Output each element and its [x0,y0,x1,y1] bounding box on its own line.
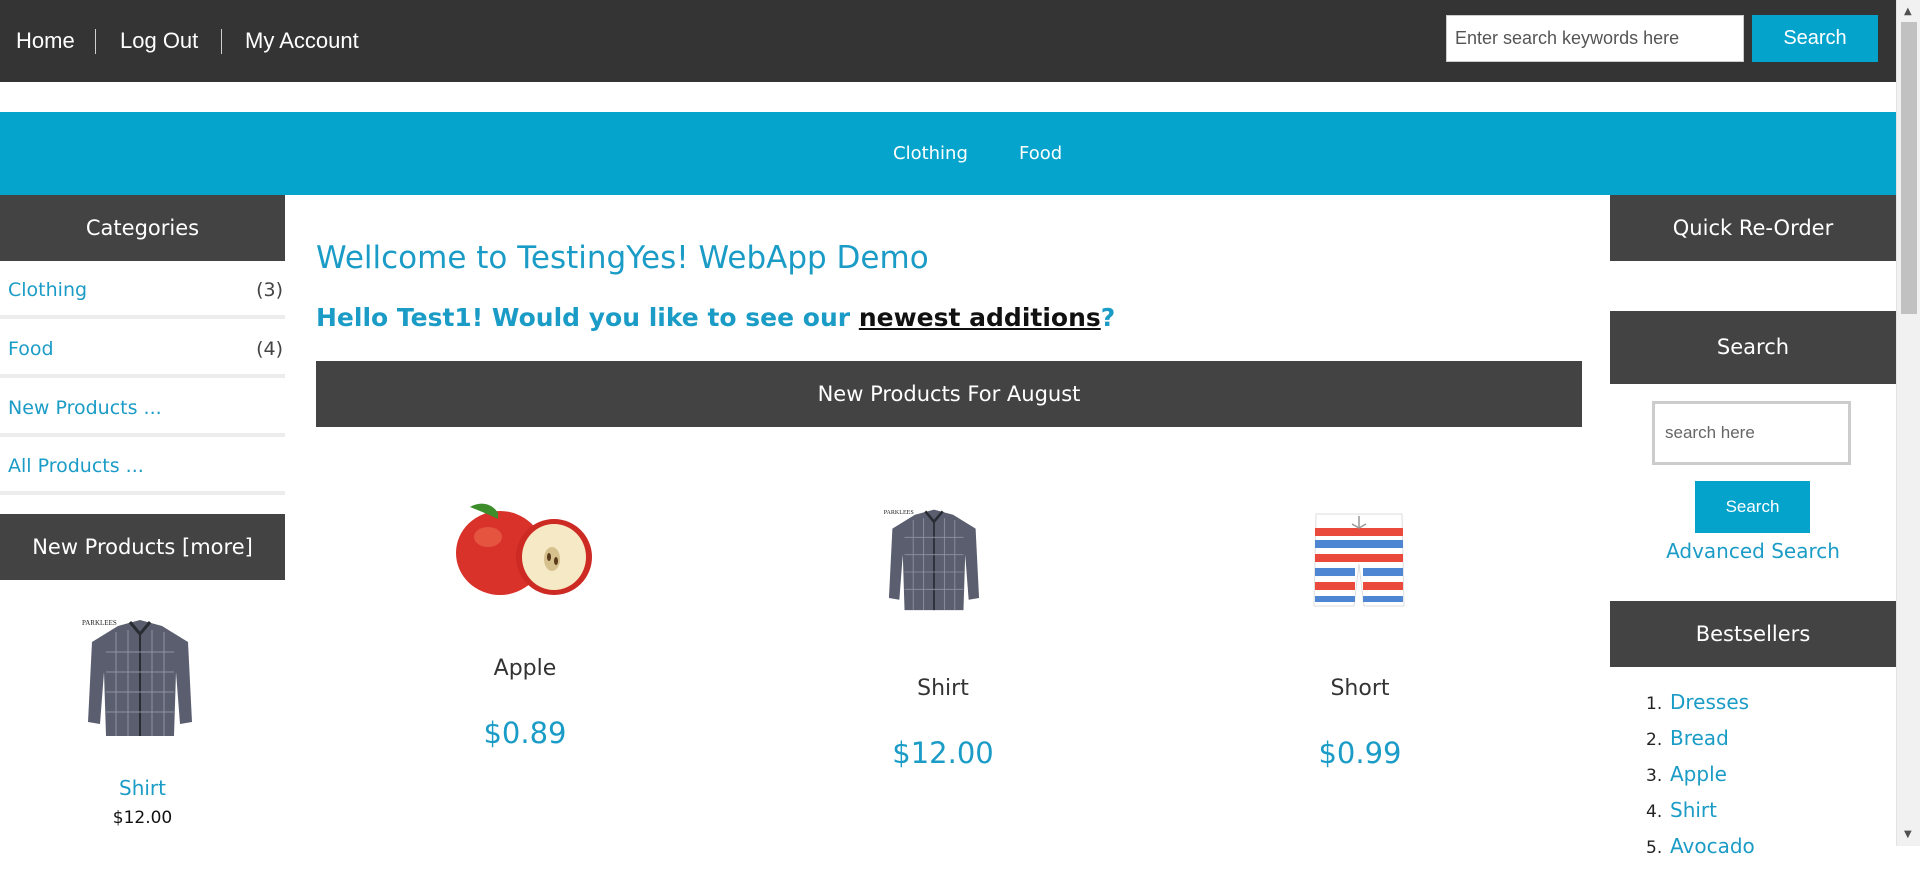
product-name[interactable]: Shirt [793,676,1093,701]
welcome-heading: Wellcome to TestingYes! WebApp Demo [316,240,929,276]
product-price: $0.89 [483,716,567,750]
list-number: 3. [1646,766,1663,786]
greeting-suffix: ? [1100,303,1116,332]
newest-additions-link[interactable]: newest additions [859,303,1101,332]
product-name[interactable]: Apple [375,656,675,681]
list-item: 4. Shirt [1646,798,1886,834]
bestsellers-heading: Bestsellers [1610,601,1896,667]
category-bar: Clothing Food [0,112,1896,195]
list-number: 2. [1646,730,1663,750]
bestseller-link[interactable]: Dresses [1670,690,1749,714]
bestseller-link[interactable]: Apple [1670,762,1727,786]
product-price: $12.00 [892,736,994,770]
list-number: 4. [1646,802,1663,822]
logout-link[interactable]: Log Out [120,28,198,54]
list-item: 1. Dresses [1646,690,1886,726]
category-item-food[interactable]: Food (4) [0,320,285,378]
category-label[interactable]: New Products ... [8,397,162,419]
category-label[interactable]: Clothing [8,279,87,301]
shirt-image[interactable]: PARKLEES [882,497,986,621]
greeting-text: Hello Test1! Would you like to see our n… [316,303,1115,332]
list-number: 5. [1646,838,1663,858]
catbar-clothing-link[interactable]: Clothing [893,143,968,164]
sidebar-search-input[interactable] [1652,401,1851,465]
category-item-new-products[interactable]: New Products ... [0,379,285,437]
page-scrollbar[interactable]: ▲ ▼ [1896,0,1920,846]
bestseller-link[interactable]: Bread [1670,726,1729,750]
top-nav-bar: Home Log Out My Account Search [0,0,1896,82]
sidebar-search-button[interactable]: Search [1695,481,1810,533]
category-count: (4) [256,338,283,360]
category-item-clothing[interactable]: Clothing (3) [0,261,285,319]
list-item: 5. Avocado [1646,834,1886,870]
shorts-image[interactable] [1312,510,1406,610]
list-number: 1. [1646,694,1663,714]
home-link[interactable]: Home [16,28,75,54]
product-name[interactable]: Short [1210,676,1510,701]
svg-text:PARKLEES: PARKLEES [884,510,914,516]
bestseller-link[interactable]: Shirt [1670,798,1717,822]
category-label[interactable]: Food [8,338,54,360]
catbar-food-link[interactable]: Food [1019,143,1062,164]
bestsellers-list: 1. Dresses 2. Bread 3. Apple 4. Shirt 5. Avoc… [1646,690,1886,870]
category-label[interactable]: All Products ... [8,455,144,477]
shirt-image[interactable]: PARKLEES [80,612,200,742]
search-heading: Search [1610,311,1896,384]
category-item-all-products[interactable]: All Products ... [0,437,285,495]
list-item: 3. Apple [1646,762,1886,798]
list-item: 2. Bread [1646,726,1886,762]
scroll-up-arrow-icon[interactable]: ▲ [1904,6,1912,17]
nav-divider [95,29,96,54]
apple-image[interactable] [452,497,594,601]
top-search-input[interactable] [1446,15,1744,62]
new-product-price: $12.00 [112,808,173,828]
bestseller-link[interactable]: Avocado [1670,834,1755,858]
quick-reorder-heading: Quick Re-Order [1610,195,1896,261]
top-search-button[interactable]: Search [1752,15,1878,62]
my-account-link[interactable]: My Account [245,28,359,54]
new-products-heading[interactable]: New Products [more] [0,514,285,580]
product-price: $0.99 [1318,736,1402,770]
category-count: (3) [256,279,283,301]
advanced-search-link[interactable]: Advanced Search [1610,539,1896,563]
svg-text:PARKLEES: PARKLEES [82,619,117,627]
greeting-prefix: Hello Test1! Would you like to see our [316,303,859,332]
new-product-name[interactable]: Shirt [0,776,285,800]
categories-heading: Categories [0,195,285,261]
nav-divider [221,29,222,54]
scroll-down-arrow-icon[interactable]: ▼ [1904,829,1912,840]
scroll-thumb[interactable] [1901,22,1917,314]
new-products-month-heading: New Products For August [316,361,1582,427]
